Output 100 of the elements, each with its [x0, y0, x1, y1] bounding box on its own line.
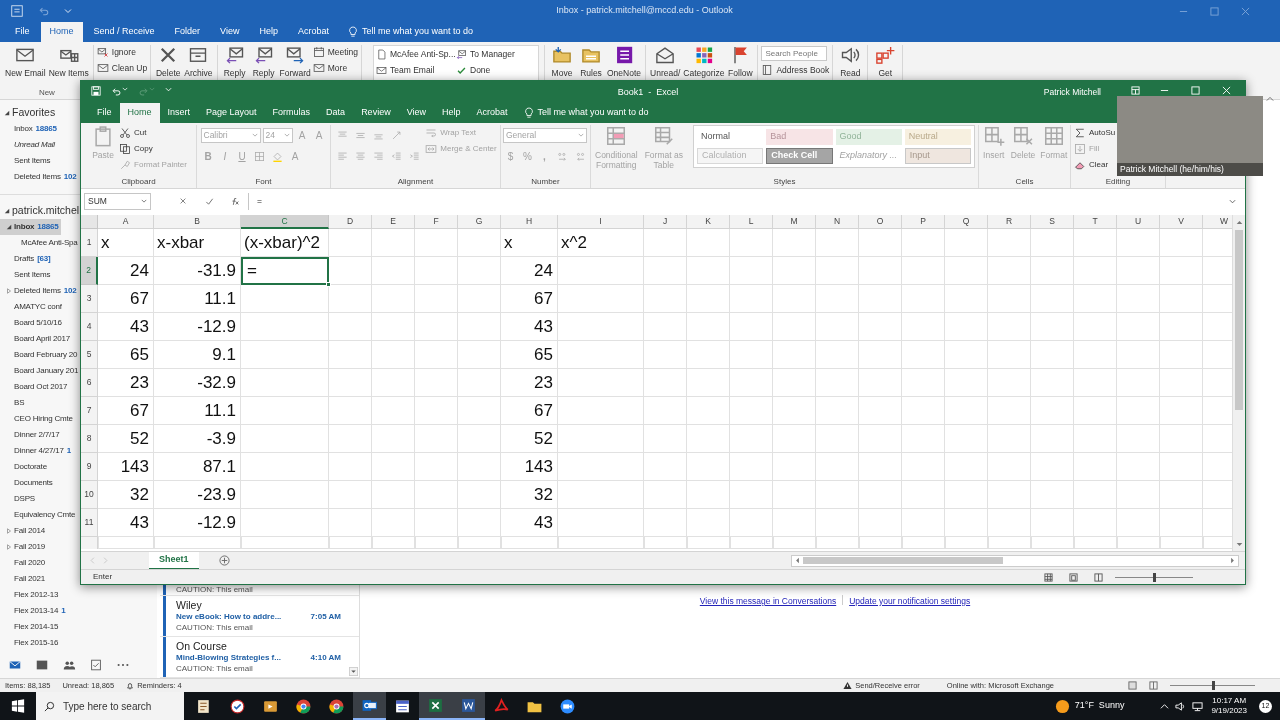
empty-cell[interactable]	[558, 509, 644, 537]
undo-icon[interactable]	[111, 86, 122, 97]
empty-cell[interactable]	[1160, 341, 1203, 369]
empty-cell[interactable]	[241, 341, 329, 369]
empty-cell[interactable]	[558, 285, 644, 313]
close-icon[interactable]	[1241, 6, 1250, 16]
folder-item[interactable]: Flex 2015-16	[0, 635, 61, 651]
empty-cell[interactable]	[773, 313, 816, 341]
column-header[interactable]: T	[1074, 215, 1117, 229]
empty-cell[interactable]	[558, 425, 644, 453]
empty-cell[interactable]	[329, 509, 372, 537]
cell[interactable]: 32	[98, 481, 154, 509]
cell[interactable]: 67	[501, 285, 558, 313]
empty-cell[interactable]	[730, 509, 773, 537]
column-header[interactable]: I	[558, 215, 644, 229]
empty-cell[interactable]	[773, 285, 816, 313]
empty-cell[interactable]	[773, 481, 816, 509]
empty-cell[interactable]	[773, 453, 816, 481]
ribbon-button[interactable]: Follow	[726, 45, 755, 78]
empty-cell[interactable]	[902, 537, 945, 549]
empty-cell[interactable]	[730, 229, 773, 257]
empty-cell[interactable]	[687, 369, 730, 397]
empty-cell[interactable]	[816, 509, 859, 537]
formula-field[interactable]: =	[248, 192, 1225, 210]
row-header[interactable]: 11	[81, 509, 98, 537]
cell[interactable]: 52	[98, 425, 154, 453]
empty-cell[interactable]	[458, 453, 501, 481]
empty-cell[interactable]	[372, 509, 415, 537]
cell[interactable]: 65	[98, 341, 154, 369]
empty-cell[interactable]	[945, 257, 988, 285]
weather[interactable]: 71°F Sunny	[1074, 699, 1125, 713]
folder-item[interactable]: Sent Items	[0, 267, 53, 283]
cell[interactable]: 52	[501, 425, 558, 453]
ribbon-tab[interactable]: Help	[250, 22, 287, 42]
empty-cell[interactable]	[1074, 313, 1117, 341]
maximize-icon[interactable]	[1210, 6, 1219, 16]
zoom-slider[interactable]	[1115, 572, 1193, 582]
empty-cell[interactable]	[415, 537, 458, 549]
empty-cell[interactable]	[458, 257, 501, 285]
empty-cell[interactable]	[415, 257, 458, 285]
scroll-down-icon[interactable]	[349, 667, 358, 676]
ribbon-tab[interactable]: Acrobat	[468, 103, 516, 123]
empty-cell[interactable]	[1117, 285, 1160, 313]
cell[interactable]: 23	[98, 369, 154, 397]
column-header[interactable]: V	[1160, 215, 1203, 229]
empty-cell[interactable]	[458, 397, 501, 425]
empty-cell[interactable]	[558, 453, 644, 481]
column-header[interactable]: B	[154, 215, 241, 229]
empty-cell[interactable]	[415, 481, 458, 509]
folder-item[interactable]: CEO Hiring Cmte	[0, 411, 75, 427]
empty-cell[interactable]	[458, 481, 501, 509]
ribbon-button[interactable]: More	[312, 61, 358, 75]
empty-cell[interactable]	[988, 509, 1031, 537]
empty-cell[interactable]	[773, 425, 816, 453]
empty-cell[interactable]	[558, 341, 644, 369]
empty-cell[interactable]	[1031, 285, 1074, 313]
ribbon-button[interactable]: Get	[871, 45, 900, 78]
empty-cell[interactable]	[988, 229, 1031, 257]
empty-cell[interactable]	[415, 397, 458, 425]
ribbon-button[interactable]: Rules	[577, 45, 605, 78]
empty-cell[interactable]	[644, 397, 687, 425]
empty-cell[interactable]	[859, 537, 902, 549]
ribbon-button[interactable]: Meeting	[312, 46, 358, 59]
empty-cell[interactable]	[730, 481, 773, 509]
taskbar-button[interactable]	[353, 692, 386, 720]
folder-item[interactable]: Inbox 18865	[0, 121, 59, 137]
cell[interactable]: -31.9	[154, 257, 241, 285]
empty-cell[interactable]	[1074, 369, 1117, 397]
empty-cell[interactable]	[687, 313, 730, 341]
empty-cell[interactable]	[1160, 509, 1203, 537]
folder-item[interactable]: Deleted Items 102	[0, 283, 79, 299]
empty-cell[interactable]	[372, 285, 415, 313]
speaker-icon[interactable]	[1175, 700, 1187, 712]
column-header[interactable]: C	[241, 215, 329, 229]
row-header[interactable]: 8	[81, 425, 98, 453]
empty-cell[interactable]	[415, 453, 458, 481]
column-header[interactable]: F	[415, 215, 458, 229]
empty-cell[interactable]	[1160, 285, 1203, 313]
folder-group-header[interactable]: Favorites	[0, 105, 56, 121]
empty-cell[interactable]	[730, 537, 773, 549]
folder-item[interactable]: Doctorate	[0, 459, 49, 475]
empty-cell[interactable]	[1074, 257, 1117, 285]
link[interactable]: Update your notification settings	[849, 595, 971, 608]
empty-cell[interactable]	[902, 285, 945, 313]
empty-cell[interactable]	[687, 537, 730, 549]
empty-cell[interactable]	[1117, 397, 1160, 425]
ribbon-button[interactable]: Reply	[249, 45, 278, 78]
empty-cell[interactable]	[1074, 229, 1117, 257]
empty-cell[interactable]	[988, 537, 1031, 549]
cell[interactable]: 143	[501, 453, 558, 481]
empty-cell[interactable]	[458, 313, 501, 341]
cell[interactable]: -3.9	[154, 425, 241, 453]
empty-cell[interactable]	[372, 537, 415, 549]
empty-cell[interactable]	[1031, 509, 1074, 537]
empty-cell[interactable]	[730, 397, 773, 425]
active-cell[interactable]: =	[241, 257, 329, 285]
empty-cell[interactable]	[773, 229, 816, 257]
empty-cell[interactable]	[1031, 369, 1074, 397]
folder-item[interactable]: Board Oct 2017	[0, 379, 70, 395]
zoom-thumb[interactable]	[1211, 681, 1215, 690]
